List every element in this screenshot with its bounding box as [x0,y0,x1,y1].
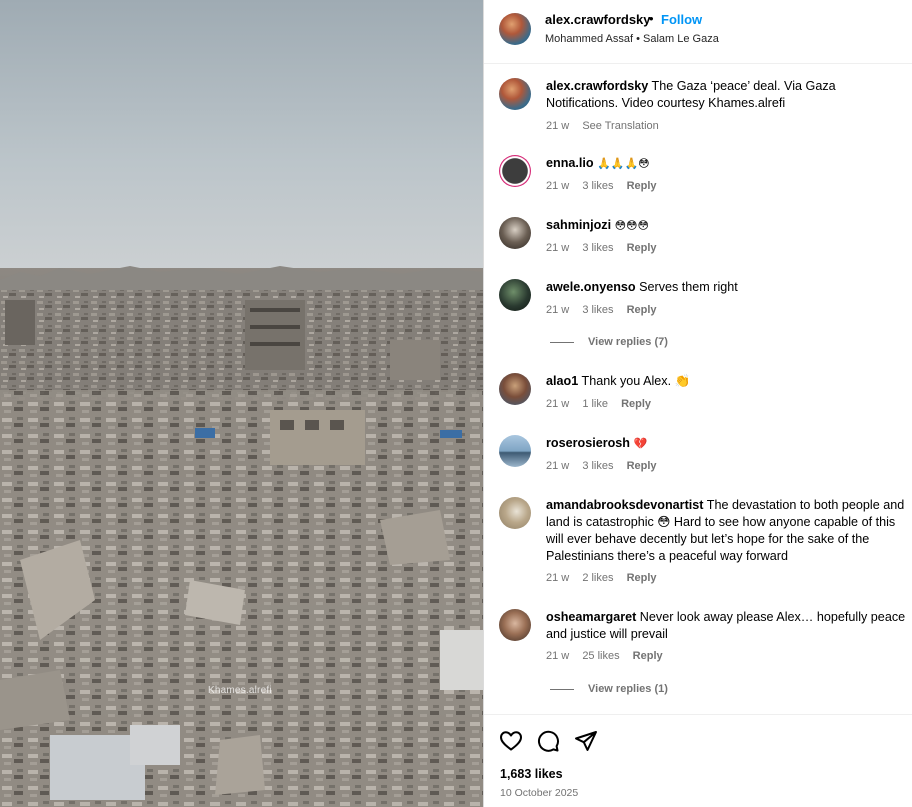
comment-text-block: awele.onyenso Serves them right [546,279,910,296]
commenter-avatar[interactable] [499,497,531,529]
comment-time[interactable]: 21 w [546,398,569,410]
share-icon[interactable] [574,729,598,753]
comment-username[interactable]: enna.lio [546,156,594,170]
comment-meta: 21 w 1 like Reply [546,398,661,410]
comment-time[interactable]: 21 w [546,650,569,662]
caption-time[interactable]: 21 w [546,120,569,132]
comment-meta: 21 w 3 likes Reply [546,180,667,192]
comment-text: Serves them right [639,280,738,294]
post-panel: alex.crawfordsky • Follow Mohammed Assaf… [484,0,912,807]
comment-text-block: osheamargaret Never look away please Ale… [546,609,910,643]
commenter-avatar[interactable] [499,435,531,467]
comment-time[interactable]: 21 w [546,460,569,472]
comment-text: 💔 [633,438,648,450]
comment-meta: 21 w 3 likes Reply [546,304,667,316]
comment-text-block: roserosierosh 💔 [546,435,910,453]
audio-attribution[interactable]: Mohammed Assaf • Salam Le Gaza [545,33,719,45]
caption-text-block: alex.crawfordsky The Gaza ‘peace’ deal. … [546,78,910,112]
comment-likes[interactable]: 2 likes [582,572,613,584]
separator-dot: • [649,11,654,26]
comment-meta: 21 w 25 likes Reply [546,650,673,662]
comment-time[interactable]: 21 w [546,304,569,316]
comment-time[interactable]: 21 w [546,180,569,192]
comment-likes[interactable]: 3 likes [582,304,613,316]
post-actions-footer: 1,683 likes 10 October 2025 [484,714,912,807]
view-replies-label: View replies (7) [588,336,668,348]
follow-button[interactable]: Follow [661,12,702,27]
caption-username[interactable]: alex.crawfordsky [546,79,648,93]
replies-divider-line [550,688,574,690]
reply-button[interactable]: Reply [633,650,663,662]
comment-username[interactable]: roserosierosh [546,436,630,450]
comment-text-block: alao1 Thank you Alex. 👏 [546,373,910,390]
heart-icon[interactable] [499,729,523,753]
comment-time[interactable]: 21 w [546,242,569,254]
comment-text-block: sahminjozi 😳😳😳 [546,217,910,235]
comment-text: 🙏🙏🙏😳 [597,158,650,170]
author-avatar[interactable] [499,13,531,45]
comment-username[interactable]: awele.onyenso [546,280,636,294]
post-header: alex.crawfordsky • Follow Mohammed Assaf… [484,0,912,64]
comment-likes[interactable]: 3 likes [582,242,613,254]
likes-count[interactable]: 1,683 likes [500,767,563,781]
comment-meta: 21 w 3 likes Reply [546,242,667,254]
comment-meta: 21 w 2 likes Reply [546,572,667,584]
comment-likes[interactable]: 3 likes [582,180,613,192]
comment-likes[interactable]: 3 likes [582,460,613,472]
commenter-avatar[interactable] [499,609,531,641]
view-replies-button[interactable]: View replies (1) [550,683,668,695]
commenter-avatar[interactable] [499,217,531,249]
comment-username[interactable]: sahminjozi [546,218,611,232]
reply-button[interactable]: Reply [627,572,657,584]
comment-icon[interactable] [536,729,560,753]
comment-text: 😳😳😳 [614,220,649,232]
reply-button[interactable]: Reply [621,398,651,410]
reply-button[interactable]: Reply [627,460,657,472]
comment-text: Thank you Alex. 👏 [581,374,691,388]
commenter-avatar[interactable] [499,155,531,187]
view-replies-label: View replies (1) [588,683,668,695]
comment-text-block: amandabrooksdevonartist The devastation … [546,497,910,565]
reply-button[interactable]: Reply [627,242,657,254]
comment-meta: 21 w 3 likes Reply [546,460,667,472]
reply-button[interactable]: Reply [627,304,657,316]
caption-meta: 21 w See Translation [546,120,669,132]
comment-likes[interactable]: 25 likes [582,650,619,662]
comment-username[interactable]: amandabrooksdevonartist [546,498,703,512]
commenter-avatar[interactable] [499,279,531,311]
commenter-avatar[interactable] [499,373,531,405]
replies-divider-line [550,341,574,343]
comment-text-block: enna.lio 🙏🙏🙏😳 [546,155,910,173]
see-translation-link[interactable]: See Translation [582,120,658,132]
reply-button[interactable]: Reply [627,180,657,192]
video-watermark: Khames.alrefi [208,685,272,696]
author-username[interactable]: alex.crawfordsky [545,12,651,27]
comment-likes[interactable]: 1 like [582,398,608,410]
comment-time[interactable]: 21 w [546,572,569,584]
post-date[interactable]: 10 October 2025 [500,787,578,799]
view-replies-button[interactable]: View replies (7) [550,336,668,348]
post-media[interactable]: Khames.alrefi [0,0,483,807]
comment-username[interactable]: alao1 [546,374,578,388]
comment-username[interactable]: osheamargaret [546,610,636,624]
caption-avatar[interactable] [499,78,531,110]
